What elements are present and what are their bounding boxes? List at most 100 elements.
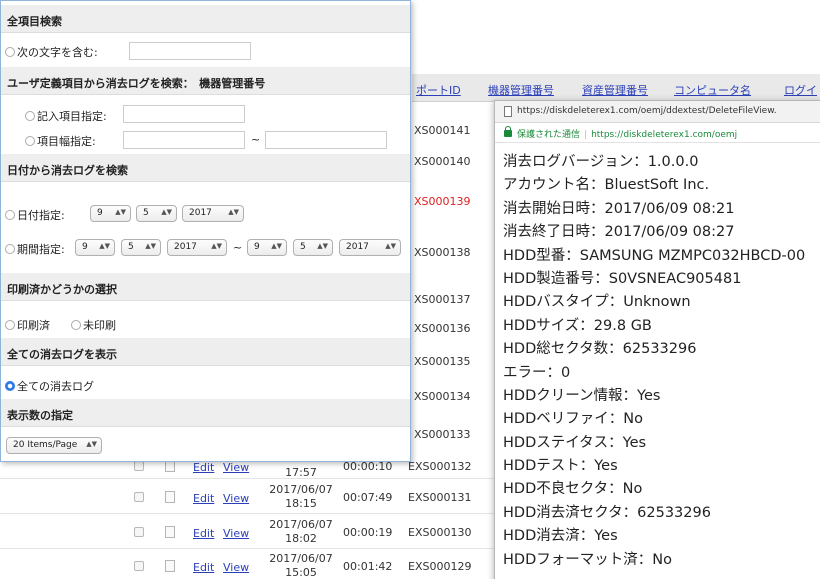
view-link[interactable]: View [223, 461, 249, 474]
edit-link[interactable]: Edit [193, 527, 214, 540]
period-spec-option[interactable]: 期間指定: [5, 241, 65, 257]
row-checkbox[interactable] [134, 561, 144, 571]
period-spec-label: 期間指定: [17, 243, 65, 256]
unprinted-option[interactable]: 未印刷 [71, 317, 116, 333]
row-date: 2017/06/07 [269, 518, 333, 531]
date-day-select[interactable]: 5 ▲▼ [136, 205, 177, 222]
unprinted-label: 未印刷 [83, 319, 116, 332]
period-tilde: ~ [233, 241, 243, 254]
row-checkbox[interactable] [134, 527, 144, 537]
range-to-input[interactable] [265, 131, 387, 149]
edit-link[interactable]: Edit [193, 492, 214, 505]
view-link[interactable]: View [223, 492, 249, 505]
security-bar: 保護された通信 | https://diskdeleterex1.com/oemj [495, 123, 820, 143]
period-to-day-select[interactable]: 5 ▲▼ [293, 239, 333, 256]
section-all-items-title: 全項目検索 [1, 5, 410, 33]
log-line: 消去終了日時：2017/06/09 08:27 [503, 224, 735, 241]
printed-option[interactable]: 印刷済 [5, 317, 50, 333]
range-tilde: ~ [251, 133, 261, 146]
select-arrows-icon: ▲▼ [86, 440, 97, 448]
log-line: HDD総セクタ数：62533296 [503, 341, 697, 358]
row-id: XS000141 [414, 124, 471, 137]
radio-button[interactable] [5, 210, 15, 220]
range-from-input[interactable] [123, 131, 245, 149]
address-bar[interactable]: https://diskdeleterex1.com/oemj/ddextest… [495, 101, 820, 123]
row-id: EXS000130 [408, 526, 472, 539]
entry-spec-option[interactable]: 記入項目指定: [25, 108, 107, 124]
row-duration: 00:07:49 [343, 491, 393, 504]
log-line: アカウント名：BluestSoft Inc. [503, 177, 710, 194]
edit-link[interactable]: Edit [193, 461, 214, 474]
row-time: 18:15 [285, 497, 317, 510]
view-link[interactable]: View [223, 527, 249, 540]
period-to-year-select[interactable]: 2017 ▲▼ [339, 239, 401, 256]
row-duration: 00:01:42 [343, 560, 393, 573]
log-line: HDDテスト：Yes [503, 458, 618, 475]
select-arrows-icon: ▲▼ [385, 242, 396, 250]
log-line: HDD不良セクタ：No [503, 481, 643, 498]
row-id: XS000135 [414, 355, 471, 368]
page-icon [504, 106, 512, 117]
row-date: 2017/06/07 [269, 483, 333, 496]
radio-button[interactable] [5, 47, 15, 57]
date-spec-option[interactable]: 日付指定: [5, 207, 65, 223]
log-line: HDD製造番号：S0VSNEAC905481 [503, 270, 742, 287]
select-arrows-icon: ▲▼ [161, 208, 172, 216]
document-icon[interactable] [165, 526, 175, 538]
date-year-select[interactable]: 2017 ▲▼ [182, 205, 244, 222]
section-date-title: 日付から消去ログを検索 [1, 154, 410, 182]
radio-button[interactable] [25, 136, 35, 146]
period-to-month-select[interactable]: 9 ▲▼ [247, 239, 287, 256]
view-link[interactable]: View [223, 561, 249, 574]
log-line: 消去開始日時：2017/06/09 08:21 [503, 200, 735, 217]
row-checkbox[interactable] [134, 492, 144, 502]
edit-link[interactable]: Edit [193, 561, 214, 574]
lock-icon [504, 126, 512, 137]
row-id: EXS000132 [408, 460, 472, 473]
all-logs-label: 全ての消去ログ [17, 380, 94, 393]
contains-option[interactable]: 次の文字を含む: [5, 44, 98, 60]
select-arrows-icon: ▲▼ [115, 208, 126, 216]
header-device-number[interactable]: 機器管理番号 [488, 82, 554, 98]
radio-button[interactable] [5, 244, 15, 254]
header-login[interactable]: ログイ [784, 82, 817, 98]
entry-spec-input[interactable] [123, 105, 245, 123]
row-time: 18:02 [285, 532, 317, 545]
entry-spec-label: 記入項目指定: [37, 110, 107, 123]
log-line: HDDサイズ：29.8 GB [503, 317, 652, 334]
select-arrows-icon: ▲▼ [317, 242, 328, 250]
date-month-select[interactable]: 9 ▲▼ [90, 205, 131, 222]
document-icon[interactable] [165, 560, 175, 572]
period-from-day-select[interactable]: 5 ▲▼ [121, 239, 161, 256]
header-port-id[interactable]: ポートID [416, 82, 461, 98]
log-line: HDD型番：SAMSUNG MZMPC032HBCD-00 [503, 247, 806, 264]
radio-button-selected[interactable] [5, 381, 15, 391]
select-arrows-icon: ▲▼ [271, 242, 282, 250]
row-id: XS000136 [414, 322, 471, 335]
period-from-year-select[interactable]: 2017 ▲▼ [167, 239, 227, 256]
date-spec-label: 日付指定: [17, 209, 65, 222]
log-line: HDDベリファイ：No [503, 411, 643, 428]
document-icon[interactable] [165, 491, 175, 503]
row-id: XS000140 [414, 155, 471, 168]
radio-button[interactable] [71, 320, 81, 330]
period-from-month-select[interactable]: 9 ▲▼ [75, 239, 115, 256]
radio-button[interactable] [5, 320, 15, 330]
row-checkbox[interactable] [134, 461, 144, 471]
section-user-defined-title: ユーザ定義項目から消去ログを検索： 機器管理番号 [1, 67, 410, 95]
radio-button[interactable] [25, 111, 35, 121]
log-line: HDDステイタス：Yes [503, 434, 647, 451]
all-logs-option[interactable]: 全ての消去ログ [5, 378, 94, 394]
log-line: 消去ログバージョン：1.0.0.0 [503, 154, 699, 170]
header-computer-name[interactable]: コンピュータ名 [674, 82, 751, 98]
section-printed-title: 印刷済かどうかの選択 [1, 273, 410, 301]
header-asset-number[interactable]: 資産管理番号 [582, 82, 648, 98]
range-spec-option[interactable]: 項目幅指定: [25, 133, 96, 149]
items-per-page-select[interactable]: 20 Items/Page ▲▼ [6, 437, 102, 454]
log-line: HDDフォーマット済：No [503, 551, 672, 568]
log-line: HDD消去済：Yes [503, 528, 618, 545]
select-arrows-icon: ▲▼ [211, 242, 222, 250]
log-line: HDD消去済セクタ：62533296 [503, 504, 711, 521]
row-time: 15:05 [285, 566, 317, 579]
contains-text-input[interactable] [129, 42, 251, 60]
